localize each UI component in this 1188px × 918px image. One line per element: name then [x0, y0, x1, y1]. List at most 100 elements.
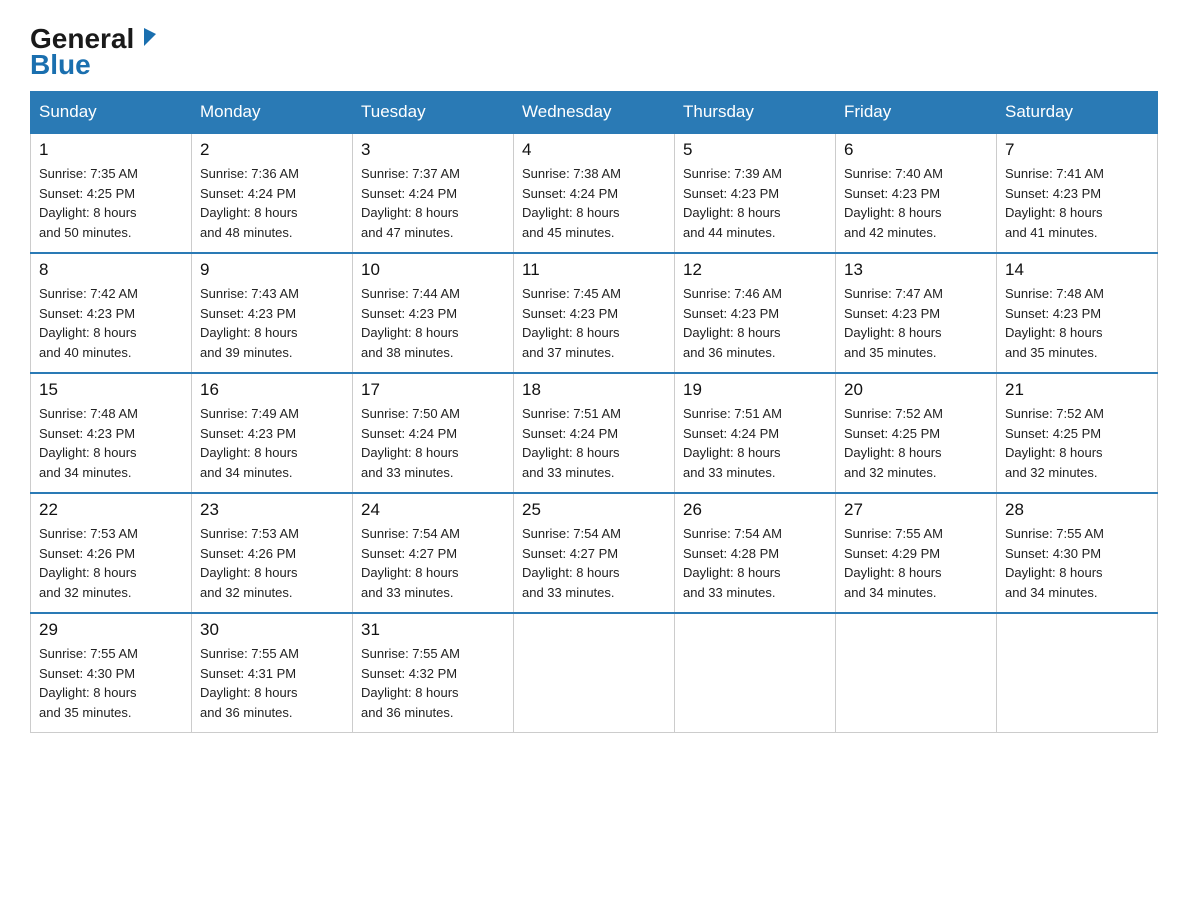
day-info: Sunrise: 7:51 AMSunset: 4:24 PMDaylight:… [522, 404, 666, 482]
calendar-cell: 7 Sunrise: 7:41 AMSunset: 4:23 PMDaylight… [997, 133, 1158, 253]
day-number: 21 [1005, 380, 1149, 400]
page-header: General Blue [30, 20, 1158, 81]
day-info: Sunrise: 7:41 AMSunset: 4:23 PMDaylight:… [1005, 164, 1149, 242]
day-number: 28 [1005, 500, 1149, 520]
day-info: Sunrise: 7:37 AMSunset: 4:24 PMDaylight:… [361, 164, 505, 242]
day-number: 7 [1005, 140, 1149, 160]
day-number: 18 [522, 380, 666, 400]
calendar-cell: 30 Sunrise: 7:55 AMSunset: 4:31 PMDayligh… [192, 613, 353, 733]
day-info: Sunrise: 7:35 AMSunset: 4:25 PMDaylight:… [39, 164, 183, 242]
day-info: Sunrise: 7:47 AMSunset: 4:23 PMDaylight:… [844, 284, 988, 362]
calendar-cell: 19Sunrise: 7:51 AMSunset: 4:24 PMDayligh… [675, 373, 836, 493]
calendar-cell: 2Sunrise: 7:36 AMSunset: 4:24 PMDaylight… [192, 133, 353, 253]
calendar-week-2: 8 Sunrise: 7:42 AMSunset: 4:23 PMDaylight… [31, 253, 1158, 373]
day-info: Sunrise: 7:40 AMSunset: 4:23 PMDaylight:… [844, 164, 988, 242]
calendar-cell [836, 613, 997, 733]
calendar-cell: 25 Sunrise: 7:54 AMSunset: 4:27 PMDayligh… [514, 493, 675, 613]
day-info: Sunrise: 7:49 AMSunset: 4:23 PMDaylight:… [200, 404, 344, 482]
logo: General Blue [30, 20, 158, 81]
weekday-header-sunday: Sunday [31, 92, 192, 134]
day-info: Sunrise: 7:44 AMSunset: 4:23 PMDaylight:… [361, 284, 505, 362]
day-number: 13 [844, 260, 988, 280]
calendar-cell: 16 Sunrise: 7:49 AMSunset: 4:23 PMDayligh… [192, 373, 353, 493]
calendar-cell [675, 613, 836, 733]
day-number: 12 [683, 260, 827, 280]
day-number: 4 [522, 140, 666, 160]
day-number: 3 [361, 140, 505, 160]
calendar-week-5: 29 Sunrise: 7:55 AMSunset: 4:30 PMDayligh… [31, 613, 1158, 733]
calendar-cell [514, 613, 675, 733]
day-info: Sunrise: 7:42 AMSunset: 4:23 PMDaylight:… [39, 284, 183, 362]
calendar-cell: 9 Sunrise: 7:43 AMSunset: 4:23 PMDaylight… [192, 253, 353, 373]
day-number: 17 [361, 380, 505, 400]
weekday-header-tuesday: Tuesday [353, 92, 514, 134]
day-number: 6 [844, 140, 988, 160]
day-number: 24 [361, 500, 505, 520]
day-info: Sunrise: 7:53 AMSunset: 4:26 PMDaylight:… [200, 524, 344, 602]
calendar-cell: 3 Sunrise: 7:37 AMSunset: 4:24 PMDaylight… [353, 133, 514, 253]
calendar-cell: 10 Sunrise: 7:44 AMSunset: 4:23 PMDayligh… [353, 253, 514, 373]
day-number: 19 [683, 380, 827, 400]
day-number: 1 [39, 140, 183, 160]
day-info: Sunrise: 7:43 AMSunset: 4:23 PMDaylight:… [200, 284, 344, 362]
calendar-cell: 1 Sunrise: 7:35 AMSunset: 4:25 PMDaylight… [31, 133, 192, 253]
weekday-header-saturday: Saturday [997, 92, 1158, 134]
day-number: 31 [361, 620, 505, 640]
day-number: 23 [200, 500, 344, 520]
day-info: Sunrise: 7:54 AMSunset: 4:27 PMDaylight:… [361, 524, 505, 602]
day-info: Sunrise: 7:38 AMSunset: 4:24 PMDaylight:… [522, 164, 666, 242]
day-number: 30 [200, 620, 344, 640]
calendar-cell: 11 Sunrise: 7:45 AMSunset: 4:23 PMDayligh… [514, 253, 675, 373]
day-number: 11 [522, 260, 666, 280]
calendar-cell: 24 Sunrise: 7:54 AMSunset: 4:27 PMDayligh… [353, 493, 514, 613]
weekday-header-monday: Monday [192, 92, 353, 134]
day-number: 10 [361, 260, 505, 280]
day-info: Sunrise: 7:54 AMSunset: 4:28 PMDaylight:… [683, 524, 827, 602]
calendar-cell: 31 Sunrise: 7:55 AMSunset: 4:32 PMDayligh… [353, 613, 514, 733]
calendar-table: SundayMondayTuesdayWednesdayThursdayFrid… [30, 91, 1158, 733]
calendar-cell: 26Sunrise: 7:54 AMSunset: 4:28 PMDayligh… [675, 493, 836, 613]
weekday-header-row: SundayMondayTuesdayWednesdayThursdayFrid… [31, 92, 1158, 134]
day-info: Sunrise: 7:52 AMSunset: 4:25 PMDaylight:… [844, 404, 988, 482]
day-info: Sunrise: 7:55 AMSunset: 4:31 PMDaylight:… [200, 644, 344, 722]
calendar-cell [997, 613, 1158, 733]
day-number: 14 [1005, 260, 1149, 280]
day-info: Sunrise: 7:39 AMSunset: 4:23 PMDaylight:… [683, 164, 827, 242]
day-info: Sunrise: 7:55 AMSunset: 4:30 PMDaylight:… [1005, 524, 1149, 602]
day-info: Sunrise: 7:36 AMSunset: 4:24 PMDaylight:… [200, 164, 344, 242]
day-number: 29 [39, 620, 183, 640]
weekday-header-wednesday: Wednesday [514, 92, 675, 134]
calendar-week-3: 15 Sunrise: 7:48 AMSunset: 4:23 PMDayligh… [31, 373, 1158, 493]
calendar-cell: 4 Sunrise: 7:38 AMSunset: 4:24 PMDaylight… [514, 133, 675, 253]
day-number: 16 [200, 380, 344, 400]
day-number: 25 [522, 500, 666, 520]
calendar-cell: 20Sunrise: 7:52 AMSunset: 4:25 PMDayligh… [836, 373, 997, 493]
day-info: Sunrise: 7:55 AMSunset: 4:30 PMDaylight:… [39, 644, 183, 722]
calendar-cell: 21 Sunrise: 7:52 AMSunset: 4:25 PMDayligh… [997, 373, 1158, 493]
day-number: 22 [39, 500, 183, 520]
calendar-cell: 28 Sunrise: 7:55 AMSunset: 4:30 PMDayligh… [997, 493, 1158, 613]
logo-blue: Blue [30, 49, 91, 81]
day-number: 8 [39, 260, 183, 280]
calendar-cell: 14Sunrise: 7:48 AMSunset: 4:23 PMDayligh… [997, 253, 1158, 373]
weekday-header-friday: Friday [836, 92, 997, 134]
day-info: Sunrise: 7:48 AMSunset: 4:23 PMDaylight:… [39, 404, 183, 482]
day-info: Sunrise: 7:50 AMSunset: 4:24 PMDaylight:… [361, 404, 505, 482]
calendar-cell: 6 Sunrise: 7:40 AMSunset: 4:23 PMDaylight… [836, 133, 997, 253]
day-number: 15 [39, 380, 183, 400]
day-number: 5 [683, 140, 827, 160]
day-number: 27 [844, 500, 988, 520]
day-info: Sunrise: 7:45 AMSunset: 4:23 PMDaylight:… [522, 284, 666, 362]
day-info: Sunrise: 7:55 AMSunset: 4:32 PMDaylight:… [361, 644, 505, 722]
day-info: Sunrise: 7:52 AMSunset: 4:25 PMDaylight:… [1005, 404, 1149, 482]
calendar-cell: 29 Sunrise: 7:55 AMSunset: 4:30 PMDayligh… [31, 613, 192, 733]
day-info: Sunrise: 7:55 AMSunset: 4:29 PMDaylight:… [844, 524, 988, 602]
logo-triangle-icon [136, 26, 158, 48]
calendar-cell: 27 Sunrise: 7:55 AMSunset: 4:29 PMDayligh… [836, 493, 997, 613]
day-info: Sunrise: 7:54 AMSunset: 4:27 PMDaylight:… [522, 524, 666, 602]
calendar-cell: 22Sunrise: 7:53 AMSunset: 4:26 PMDayligh… [31, 493, 192, 613]
calendar-cell: 13 Sunrise: 7:47 AMSunset: 4:23 PMDayligh… [836, 253, 997, 373]
day-number: 9 [200, 260, 344, 280]
calendar-week-4: 22 Sunrise: 7:53 AMSunset: 4:26 PMDayligh… [31, 493, 1158, 613]
calendar-week-1: 1 Sunrise: 7:35 AMSunset: 4:25 PMDaylight… [31, 133, 1158, 253]
